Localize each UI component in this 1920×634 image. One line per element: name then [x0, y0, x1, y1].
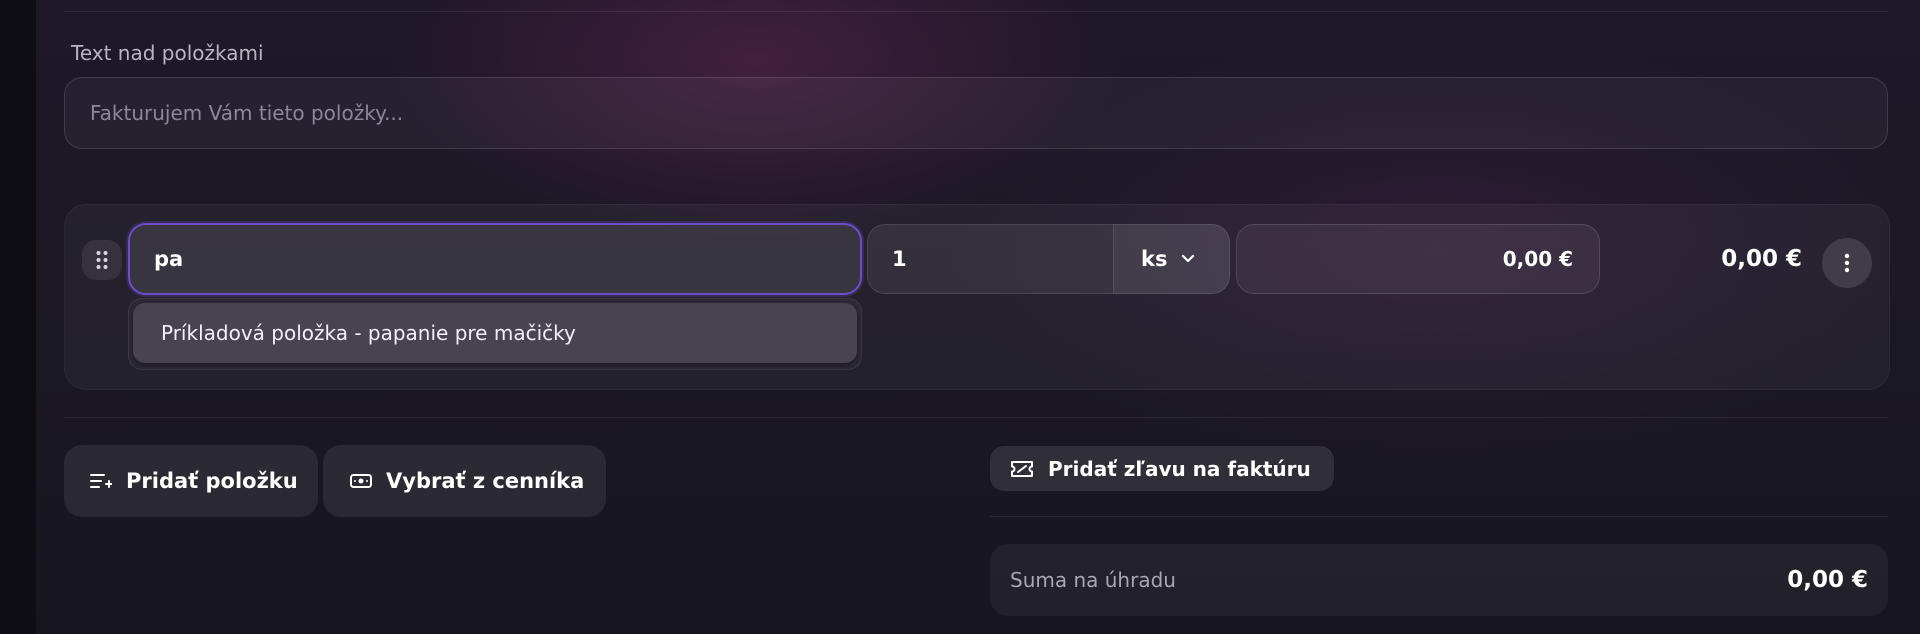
add-item-button[interactable]: Pridať položku [64, 445, 318, 517]
more-vertical-icon [1844, 253, 1850, 273]
text-above-items-label: Text nad položkami [71, 41, 264, 65]
add-item-label: Pridať položku [126, 469, 298, 493]
select-from-pricelist-label: Vybrať z cenníka [386, 469, 585, 493]
autocomplete-option[interactable]: Príkladová položka - papanie pre mačičky [133, 303, 857, 363]
add-discount-button[interactable]: Pridať zľavu na faktúru [990, 446, 1334, 491]
divider [64, 11, 1888, 12]
add-discount-label: Pridať zľavu na faktúru [1048, 456, 1311, 481]
divider [64, 417, 1888, 418]
chevron-down-icon [1181, 254, 1195, 264]
autocomplete-dropdown: Príkladová položka - papanie pre mačičky [128, 298, 862, 370]
amount-due-value: 0,00 € [1787, 567, 1868, 593]
add-list-icon [90, 472, 112, 490]
unit-select[interactable]: ks [1113, 224, 1230, 294]
amount-due-label: Suma na úhradu [1010, 568, 1176, 592]
unit-price-input[interactable] [1236, 224, 1600, 294]
item-name-input[interactable] [128, 223, 862, 295]
quantity-input[interactable] [867, 224, 1113, 294]
grip-dots-icon [95, 250, 109, 270]
divider [990, 516, 1888, 517]
select-from-pricelist-button[interactable]: Vybrať z cenníka [323, 445, 606, 517]
sidebar-edge [0, 0, 36, 634]
text-above-items-input[interactable] [64, 77, 1888, 149]
banknote-icon [350, 473, 372, 489]
item-menu-button[interactable] [1822, 238, 1872, 288]
unit-select-value: ks [1141, 247, 1168, 271]
amount-due: Suma na úhradu 0,00 € [990, 544, 1888, 616]
drag-handle[interactable] [82, 240, 122, 280]
autocomplete-option-label: Príkladová položka - papanie pre mačičky [161, 321, 576, 345]
ticket-icon [1010, 460, 1034, 478]
item-total: 0,00 € [1721, 246, 1802, 272]
